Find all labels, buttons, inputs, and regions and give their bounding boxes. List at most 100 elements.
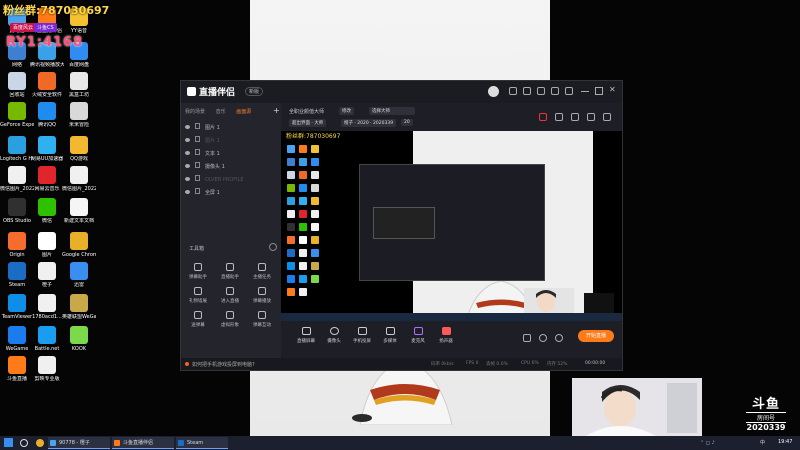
chat-icon[interactable]	[537, 87, 545, 95]
camera-button[interactable]: 摄像头	[321, 327, 347, 344]
eye-icon[interactable]	[185, 125, 190, 129]
maximize-icon[interactable]	[595, 87, 603, 95]
desktop-icon-image-file[interactable]: 微信图片_2022091...	[62, 166, 96, 192]
input-language[interactable]: 中	[760, 438, 765, 448]
desktop-icon-huorong[interactable]: 火绒安全软件	[30, 72, 64, 98]
lock-icon[interactable]	[195, 188, 200, 194]
edit-button[interactable]: 修改	[339, 107, 354, 115]
lock-icon[interactable]	[555, 113, 563, 121]
lock-icon[interactable]	[195, 162, 200, 168]
tool-button[interactable]: 主播任务	[247, 263, 277, 280]
eye-icon[interactable]	[185, 190, 190, 194]
close-icon[interactable]: ✕	[609, 86, 617, 94]
desktop-icon-heihe[interactable]: 黑盒工坊	[62, 72, 96, 98]
tool-button[interactable]: 礼物墙展	[183, 287, 213, 304]
tab-sources[interactable]: 画面源	[236, 109, 251, 115]
desktop-icon-kook[interactable]: KOOK	[62, 326, 96, 352]
lock-icon[interactable]	[195, 175, 200, 181]
mail-icon[interactable]	[523, 87, 531, 95]
desktop-icon-recycle-bin[interactable]: 回收站	[0, 72, 34, 98]
tool-button[interactable]: 弹幕助手	[183, 263, 213, 280]
speaker-button[interactable]: 扬声器	[433, 327, 459, 344]
desktop-icon-jianying[interactable]: 剪映专业版	[30, 356, 64, 382]
record-icon[interactable]	[523, 334, 531, 342]
screen-capture-button[interactable]: 直播屏幕	[293, 327, 319, 344]
desktop-icon-wechat[interactable]: 微信	[30, 198, 64, 224]
tab-music[interactable]: 音乐	[216, 109, 226, 115]
eye-icon[interactable]	[539, 334, 547, 342]
desktop-icon-logitech[interactable]: Logitech G HUB	[0, 136, 34, 162]
tool-button[interactable]: 虚拟形象	[215, 311, 245, 328]
desktop-icon-image-file[interactable]: 微信图片_2022111...	[0, 166, 34, 192]
desktop-icon-teamviewer[interactable]: TeamViewer	[0, 294, 34, 320]
lock-icon[interactable]	[571, 113, 579, 121]
source-item[interactable]: 图片 1	[185, 136, 220, 144]
lock-icon[interactable]	[195, 136, 200, 142]
tool-button[interactable]: 弹幕互动	[247, 311, 277, 328]
taskbar-task[interactable]: Steam	[176, 437, 228, 449]
desktop-icon-game[interactable]: 米米冒险	[62, 102, 96, 128]
desktop-icon-image-folder[interactable]: 图片	[30, 232, 64, 258]
media-button[interactable]: 多媒体	[377, 327, 403, 344]
desktop-icon-image-file[interactable]: 1780acd1...	[30, 294, 64, 320]
windows-start-icon[interactable]	[4, 438, 13, 447]
desktop-icon-orange-file[interactable]: 橙子	[30, 262, 64, 288]
start-live-button[interactable]: 开始直播	[578, 330, 614, 342]
select-master-dropdown[interactable]: 选择大师	[369, 107, 415, 115]
desktop-icon-xunlei[interactable]: 迅雷	[62, 262, 96, 288]
tool-button[interactable]: 弹幕播放	[247, 287, 277, 304]
desktop-icon-douyu[interactable]: 斗鱼直播	[0, 356, 34, 382]
toolbox-more-icon[interactable]	[269, 243, 277, 251]
desktop-icon-chrome[interactable]: Google Chrome	[62, 232, 96, 258]
tab-my-scenes[interactable]: 我的场景	[185, 109, 205, 115]
desktop-icon-steam[interactable]: Steam	[0, 262, 34, 288]
source-item[interactable]: 文本 1	[185, 149, 220, 157]
more-icon[interactable]	[603, 113, 611, 121]
phone-cast-button[interactable]: 手机投屏	[349, 327, 375, 344]
share-icon[interactable]	[587, 113, 595, 121]
headset-icon[interactable]	[509, 87, 517, 95]
lock-icon[interactable]	[195, 123, 200, 129]
settings-icon[interactable]	[555, 334, 563, 342]
lock-icon[interactable]	[195, 149, 200, 155]
tool-button[interactable]: 进入直播	[215, 287, 245, 304]
microphone-button[interactable]: 麦克风	[405, 327, 431, 344]
category-chip[interactable]: 超出界面 · 大师	[289, 119, 327, 127]
minimize-icon[interactable]	[581, 91, 589, 92]
chrome-taskbar-icon[interactable]	[36, 439, 44, 447]
user-avatar[interactable]	[488, 86, 499, 97]
tool-button[interactable]: 送弹幕	[183, 311, 213, 328]
source-item[interactable]: 图片 1	[185, 123, 220, 131]
search-icon[interactable]	[20, 439, 28, 447]
eye-icon[interactable]	[185, 177, 190, 181]
desktop-icon-nvidia[interactable]: GeForce Experience	[0, 102, 34, 128]
source-item[interactable]: 摄像头 1	[185, 162, 225, 170]
taskbar-clock[interactable]: 19:47	[778, 439, 792, 445]
desktop-icon-battlenet[interactable]: Battle.net	[30, 326, 64, 352]
menu-icon[interactable]	[565, 87, 573, 95]
eye-icon[interactable]	[185, 151, 190, 155]
desktop-icon-qq[interactable]: 腾讯QQ	[30, 102, 64, 128]
source-item[interactable]: OLVER PROFILE	[185, 175, 244, 183]
desktop-icon-qq-game[interactable]: QQ游戏	[62, 136, 96, 162]
taskbar-task[interactable]: 斗鱼直播伴侣	[112, 437, 174, 449]
desktop-icon-wegame[interactable]: WeGame	[0, 326, 34, 352]
tool-button[interactable]: 直播助手	[215, 263, 245, 280]
gift-icon[interactable]	[539, 113, 547, 121]
desktop-icon-text-file[interactable]: 新建文本文档	[62, 198, 96, 224]
desktop-icon-netease-music[interactable]: 网易云音乐	[30, 166, 64, 192]
desktop-icon-uu[interactable]: 网易UU加速器	[30, 136, 64, 162]
desktop-icon-origin[interactable]: Origin	[0, 232, 34, 258]
desktop-icon-obs[interactable]: OBS Studio	[0, 198, 34, 224]
settings-icon[interactable]	[551, 87, 559, 95]
eye-icon[interactable]	[185, 138, 190, 142]
preview-canvas[interactable]: 粉丝群:787030697	[281, 131, 622, 321]
eye-icon[interactable]	[185, 164, 190, 168]
add-source-button[interactable]: +	[273, 106, 280, 115]
version-badge[interactable]: 新版	[245, 87, 264, 96]
status-message[interactable]: 如何把手机游戏投屏到电脑?	[185, 361, 255, 368]
desktop-icon-lol[interactable]: 英雄联盟WeGame版	[62, 294, 96, 320]
taskbar-task[interactable]: 90778 - 橙子	[48, 437, 110, 449]
tray-icons[interactable]: ⌃ ◻ ♪	[700, 438, 715, 448]
source-item[interactable]: 全屏 1	[185, 188, 220, 196]
